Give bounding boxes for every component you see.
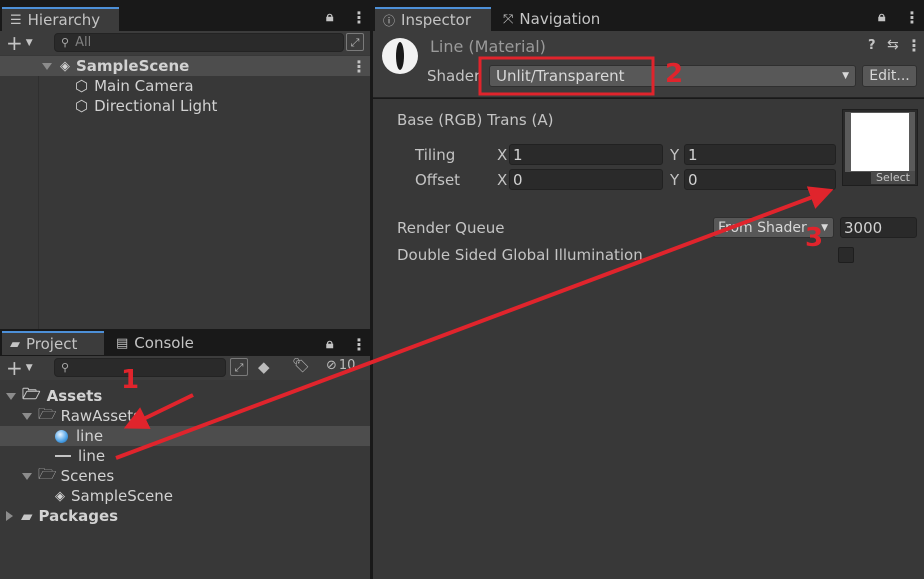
arrow-3 (115, 186, 834, 460)
shader-highlight-box (478, 56, 655, 96)
annotation-marker-2: 2 (665, 59, 684, 89)
annotation-marker-3: 3 (805, 223, 824, 253)
arrow-1 (123, 393, 194, 429)
annotation-overlay (115, 56, 834, 460)
annotation-marker-1: 1 (121, 365, 140, 395)
